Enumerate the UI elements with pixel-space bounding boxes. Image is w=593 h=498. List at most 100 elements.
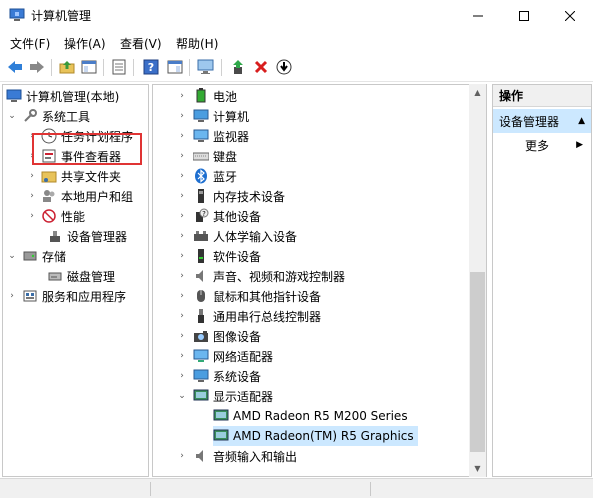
actions-section-device-manager[interactable]: 设备管理器 ▲ xyxy=(493,109,591,133)
chevron-right-icon[interactable]: › xyxy=(177,171,187,181)
device-label: 内存技术设备 xyxy=(213,189,286,204)
device-category-network[interactable]: › 网络适配器 xyxy=(177,346,273,366)
device-label: 音频输入和输出 xyxy=(213,449,298,464)
tree-item-computer-management[interactable]: 计算机管理(本地) xyxy=(6,86,119,106)
forward-arrow-icon xyxy=(30,61,44,73)
disk-icon xyxy=(48,272,62,281)
tools-icon xyxy=(24,109,37,122)
tree-label: 性能 xyxy=(61,209,86,224)
chevron-right-icon[interactable]: › xyxy=(177,351,187,361)
help-button[interactable]: ? xyxy=(142,58,160,76)
collapse-up-icon[interactable]: ▲ xyxy=(578,116,585,126)
scroll-up-icon[interactable]: ▲ xyxy=(469,84,486,101)
device-category-sound[interactable]: › 声音、视频和游戏控制器 xyxy=(177,266,345,286)
scan-hardware-button[interactable] xyxy=(197,58,215,76)
menu-view[interactable]: 查看(V) xyxy=(120,35,162,52)
disable-device-button[interactable] xyxy=(275,58,293,76)
scrollbar-thumb[interactable] xyxy=(470,272,485,452)
device-category-imaging[interactable]: › 图像设备 xyxy=(177,326,261,346)
tree-label: 计算机管理(本地) xyxy=(26,89,120,104)
tree-item-storage[interactable]: ⌄ 存储 xyxy=(7,246,66,266)
chevron-right-icon[interactable]: › xyxy=(177,451,187,461)
device-category-memory-tech[interactable]: › 内存技术设备 xyxy=(177,186,285,206)
tree-item-shared-folders[interactable]: › 共享文件夹 xyxy=(27,166,121,186)
actions-section-label: 设备管理器 xyxy=(499,114,560,129)
uninstall-device-button[interactable] xyxy=(252,58,270,76)
scroll-down-icon[interactable]: ▼ xyxy=(469,460,486,477)
tree-item-performance[interactable]: › 性能 xyxy=(27,206,85,226)
action-pane-icon xyxy=(167,60,183,74)
device-category-mouse[interactable]: › 鼠标和其他指针设备 xyxy=(177,286,321,306)
back-button[interactable] xyxy=(6,58,24,76)
device-amd-r5-graphics[interactable]: AMD Radeon(TM) R5 Graphics xyxy=(213,426,418,446)
status-bar xyxy=(0,478,593,498)
chevron-down-icon[interactable]: ⌄ xyxy=(7,111,17,121)
show-action-pane-button[interactable] xyxy=(166,58,184,76)
device-category-monitor[interactable]: › 监视器 xyxy=(177,126,249,146)
chevron-right-icon[interactable]: › xyxy=(177,371,187,381)
chevron-right-icon[interactable]: › xyxy=(7,291,17,301)
device-label: 图像设备 xyxy=(213,329,262,344)
minimize-button[interactable] xyxy=(455,0,501,31)
device-category-other[interactable]: › ? 其他设备 xyxy=(177,206,261,226)
chevron-right-icon[interactable]: › xyxy=(177,211,187,221)
chevron-right-icon[interactable]: › xyxy=(177,151,187,161)
device-tree-scrollbar[interactable]: ▲ ▼ xyxy=(469,84,486,477)
tree-label: 本地用户和组 xyxy=(61,189,134,204)
device-amd-r5-m200[interactable]: AMD Radeon R5 M200 Series xyxy=(213,406,408,426)
device-category-audio-io[interactable]: › 音频输入和输出 xyxy=(177,446,297,466)
back-arrow-icon xyxy=(8,61,22,73)
chevron-down-icon[interactable]: ⌄ xyxy=(7,251,17,261)
delete-x-icon xyxy=(254,60,268,74)
chevron-right-icon[interactable]: › xyxy=(177,91,187,101)
chevron-right-icon[interactable]: › xyxy=(27,191,37,201)
menu-bar: 文件(F) 操作(A) 查看(V) 帮助(H) xyxy=(0,31,593,53)
close-button[interactable] xyxy=(547,0,593,31)
svg-text:?: ? xyxy=(202,210,206,218)
camera-icon xyxy=(194,331,208,342)
menu-help[interactable]: 帮助(H) xyxy=(176,35,218,52)
device-category-software[interactable]: › 软件设备 xyxy=(177,246,261,266)
chevron-right-icon[interactable]: › xyxy=(177,231,187,241)
device-category-hid[interactable]: › 人体学输入设备 xyxy=(177,226,297,246)
show-tree-button[interactable] xyxy=(80,58,98,76)
chevron-right-icon[interactable]: › xyxy=(177,291,187,301)
actions-more[interactable]: 更多 ▶ xyxy=(493,135,591,155)
storage-icon xyxy=(23,251,37,261)
menu-action[interactable]: 操作(A) xyxy=(64,35,106,52)
shared-folder-icon xyxy=(41,171,57,183)
device-category-system[interactable]: › 系统设备 xyxy=(177,366,261,386)
tree-item-disk-management[interactable]: 磁盘管理 xyxy=(47,266,115,286)
chevron-right-icon[interactable]: › xyxy=(177,271,187,281)
forward-button[interactable] xyxy=(28,58,46,76)
device-label: AMD Radeon(TM) R5 Graphics xyxy=(233,429,414,443)
bluetooth-icon xyxy=(195,168,207,184)
chevron-right-icon[interactable]: › xyxy=(177,191,187,201)
tree-item-local-users[interactable]: › 本地用户和组 xyxy=(27,186,133,206)
menu-file[interactable]: 文件(F) xyxy=(10,35,50,52)
chevron-right-icon[interactable]: › xyxy=(27,171,37,181)
properties-button[interactable] xyxy=(110,58,128,76)
chevron-right-icon[interactable]: › xyxy=(27,211,37,221)
chevron-right-icon[interactable]: › xyxy=(177,111,187,121)
device-category-battery[interactable]: › 电池 xyxy=(177,86,237,106)
display-adapter-icon xyxy=(213,409,229,421)
device-category-usb[interactable]: › 通用串行总线控制器 xyxy=(177,306,321,326)
tree-item-device-manager[interactable]: 设备管理器 xyxy=(47,226,127,246)
device-category-computer[interactable]: › 计算机 xyxy=(177,106,249,126)
tree-item-services-apps[interactable]: › 服务和应用程序 xyxy=(7,286,126,306)
chevron-right-icon[interactable]: › xyxy=(177,311,187,321)
device-category-keyboard[interactable]: › 键盘 xyxy=(177,146,237,166)
device-label: 鼠标和其他指针设备 xyxy=(213,289,322,304)
tree-item-system-tools[interactable]: ⌄ 系统工具 xyxy=(7,106,90,126)
up-level-button[interactable] xyxy=(58,58,76,76)
maximize-button[interactable] xyxy=(501,0,547,31)
device-tree: › 电池 › 计算机 › 监视器 › 键盘 › 蓝牙 › 内存技术设备 › ? … xyxy=(152,84,487,477)
chevron-right-icon[interactable]: › xyxy=(177,131,187,141)
chevron-right-icon[interactable]: › xyxy=(177,251,187,261)
update-driver-button[interactable] xyxy=(229,58,247,76)
device-category-display-adapters[interactable]: ⌄ 显示适配器 xyxy=(177,386,273,406)
chevron-down-icon[interactable]: ⌄ xyxy=(177,391,187,401)
chevron-right-icon[interactable]: › xyxy=(177,331,187,341)
device-category-bluetooth[interactable]: › 蓝牙 xyxy=(177,166,237,186)
